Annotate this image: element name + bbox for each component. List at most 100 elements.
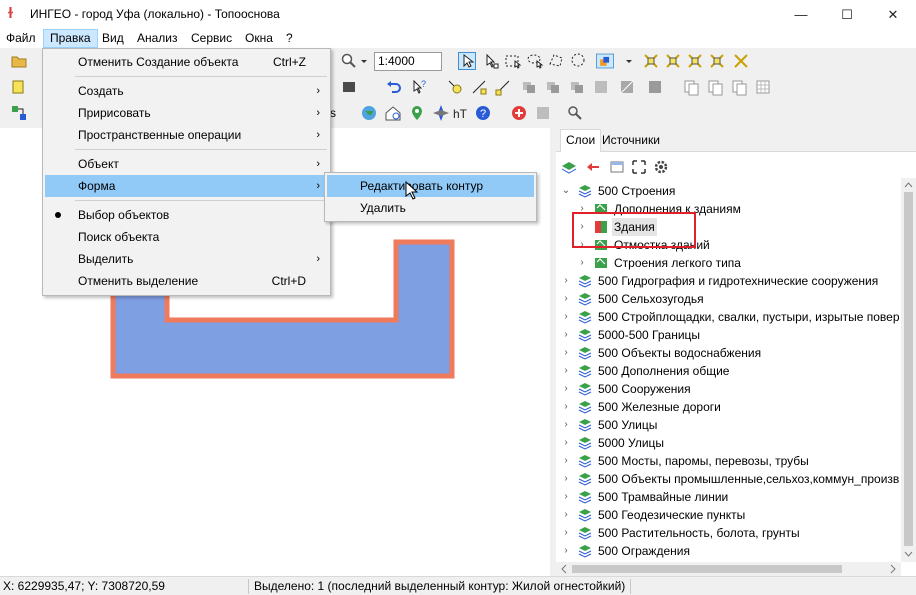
- tree-item[interactable]: › 500 Дополнения общие: [556, 362, 899, 380]
- menu-item-deselect[interactable]: Отменить выделение Ctrl+D: [45, 270, 328, 292]
- chevron-right-icon[interactable]: ›: [560, 308, 572, 326]
- edit-tool-6-icon[interactable]: [646, 78, 664, 96]
- help-icon[interactable]: ?: [474, 104, 492, 122]
- chevron-right-icon[interactable]: ›: [560, 272, 572, 290]
- menu-item-append[interactable]: Пририсовать ›: [45, 102, 328, 124]
- tree-item[interactable]: › 500 Железные дороги: [556, 398, 899, 416]
- tree-item[interactable]: › 500 Растительность, болота, грунты: [556, 524, 899, 542]
- tab-layers[interactable]: Слои: [560, 129, 602, 153]
- chevron-right-icon[interactable]: ›: [560, 524, 572, 542]
- settings-tool-1-icon[interactable]: [534, 104, 552, 122]
- tree-item[interactable]: › 500 Трамвайные линии: [556, 488, 899, 506]
- compass-icon[interactable]: [432, 104, 450, 122]
- select-lasso-icon[interactable]: [526, 52, 544, 70]
- chevron-right-icon[interactable]: ›: [560, 470, 572, 488]
- select-poly-icon[interactable]: [548, 52, 566, 70]
- select-rect-icon[interactable]: [504, 52, 522, 70]
- open-folder-icon[interactable]: [10, 52, 28, 70]
- tree-item[interactable]: › 500 Сельхозугодья: [556, 290, 899, 308]
- menu-item-object[interactable]: Объект ›: [45, 153, 328, 175]
- copy-tool-4-icon[interactable]: [754, 78, 772, 96]
- tree-item[interactable]: › 500 Объекты промышленные,сельхоз,коммун…: [556, 470, 899, 488]
- chevron-right-icon[interactable]: ›: [560, 326, 572, 344]
- menu-item-select[interactable]: Выделить ›: [45, 248, 328, 270]
- draw-line-icon[interactable]: [470, 78, 488, 96]
- vertical-scrollbar[interactable]: [901, 178, 916, 562]
- network-icon[interactable]: [10, 104, 28, 122]
- tree-item[interactable]: › Строения легкого типа: [556, 254, 899, 272]
- globe-icon[interactable]: [360, 104, 378, 122]
- tree-item[interactable]: › 5000 Улицы: [556, 434, 899, 452]
- select-node-icon[interactable]: [482, 52, 500, 70]
- copy-tool-3-icon[interactable]: [730, 78, 748, 96]
- expand-icon[interactable]: [630, 158, 648, 176]
- new-object-icon[interactable]: [10, 78, 28, 96]
- menu-item-spatial-ops[interactable]: Пространственные операции ›: [45, 124, 328, 146]
- menu-file[interactable]: Файл: [0, 29, 42, 48]
- tree-item[interactable]: › 500 Улицы: [556, 416, 899, 434]
- chevron-right-icon[interactable]: ›: [560, 398, 572, 416]
- chevron-right-icon[interactable]: ›: [560, 542, 572, 560]
- horizontal-scrollbar[interactable]: [556, 562, 901, 576]
- edit-tool-3-icon[interactable]: [568, 78, 586, 96]
- chevron-right-icon[interactable]: ›: [560, 344, 572, 362]
- maximize-button[interactable]: ☐: [824, 0, 870, 29]
- gear-icon[interactable]: [652, 158, 670, 176]
- copy-tool-1-icon[interactable]: [682, 78, 700, 96]
- search-tool-icon[interactable]: [566, 104, 584, 122]
- snap-edge-icon[interactable]: [664, 52, 682, 70]
- chevron-right-icon[interactable]: ›: [560, 290, 572, 308]
- arrow-back-icon[interactable]: [584, 158, 602, 176]
- menu-item-edit-contour[interactable]: Редактировать контур: [327, 175, 534, 197]
- tree-item[interactable]: › 500 Геодезические пункты: [556, 506, 899, 524]
- chevron-right-icon[interactable]: ›: [560, 488, 572, 506]
- undo-icon[interactable]: [385, 78, 403, 96]
- menu-item-select-objects[interactable]: Выбор объектов: [45, 204, 328, 226]
- menu-analysis[interactable]: Анализ: [131, 29, 184, 48]
- tab-sources[interactable]: Источники: [597, 130, 665, 152]
- add-icon[interactable]: [510, 104, 528, 122]
- menu-item-create[interactable]: Создать ›: [45, 80, 328, 102]
- select-circle-icon[interactable]: [570, 52, 588, 70]
- edit-tool-4-icon[interactable]: [592, 78, 610, 96]
- chevron-right-icon[interactable]: ›: [560, 362, 572, 380]
- chevron-right-icon[interactable]: ›: [560, 416, 572, 434]
- menu-view[interactable]: Вид: [96, 29, 130, 48]
- select-arrow-icon[interactable]: [458, 52, 476, 70]
- edit-tool-5-icon[interactable]: [618, 78, 636, 96]
- snap-node-icon[interactable]: [642, 52, 660, 70]
- draw-point-icon[interactable]: [446, 78, 464, 96]
- tree-item[interactable]: › 500 Мосты, паромы, перевозы, трубы: [556, 452, 899, 470]
- menu-item-undo[interactable]: Отменить Создание объекта Ctrl+Z: [45, 51, 328, 73]
- tree-item[interactable]: › 500 Сооружения: [556, 380, 899, 398]
- menu-service[interactable]: Сервис: [185, 29, 238, 48]
- chevron-right-icon[interactable]: ›: [560, 380, 572, 398]
- chevron-right-icon[interactable]: ›: [560, 434, 572, 452]
- snap-middle-icon[interactable]: [686, 52, 704, 70]
- layers-icon[interactable]: [340, 78, 358, 96]
- tree-item[interactable]: › 500 Объекты водоснабжения: [556, 344, 899, 362]
- draw-node-icon[interactable]: [494, 78, 512, 96]
- snap-cross-icon[interactable]: [708, 52, 726, 70]
- scale-input[interactable]: 1:4000: [374, 52, 442, 71]
- chevron-down-icon[interactable]: ⌄: [560, 182, 572, 200]
- layers-tool-icon[interactable]: [560, 158, 578, 176]
- layer-style-icon[interactable]: [596, 52, 618, 70]
- edit-tool-1-icon[interactable]: [520, 78, 538, 96]
- tree-item[interactable]: › 5000-500 Границы: [556, 326, 899, 344]
- menu-help[interactable]: ?: [280, 29, 299, 48]
- edit-tool-2-icon[interactable]: [544, 78, 562, 96]
- chevron-right-icon[interactable]: ›: [560, 506, 572, 524]
- zoom-dropdown-icon[interactable]: [355, 52, 367, 70]
- copy-tool-2-icon[interactable]: [706, 78, 724, 96]
- menu-item-delete[interactable]: Удалить: [327, 197, 534, 219]
- tree-item[interactable]: › 500 Гидрография и гидротехнические соор…: [556, 272, 899, 290]
- menu-item-form[interactable]: Форма ›: [45, 175, 328, 197]
- close-button[interactable]: ✕: [870, 0, 916, 29]
- height-icon[interactable]: hT: [452, 104, 470, 122]
- chevron-right-icon[interactable]: ›: [576, 254, 588, 272]
- tree-item[interactable]: › 500 Ограждения: [556, 542, 899, 560]
- tree-item[interactable]: › 500 Стройплощадки, свалки, пустыри, изр…: [556, 308, 899, 326]
- tree-item[interactable]: ⌄ 500 Строения: [556, 182, 899, 200]
- help-pointer-icon[interactable]: ?: [410, 78, 428, 96]
